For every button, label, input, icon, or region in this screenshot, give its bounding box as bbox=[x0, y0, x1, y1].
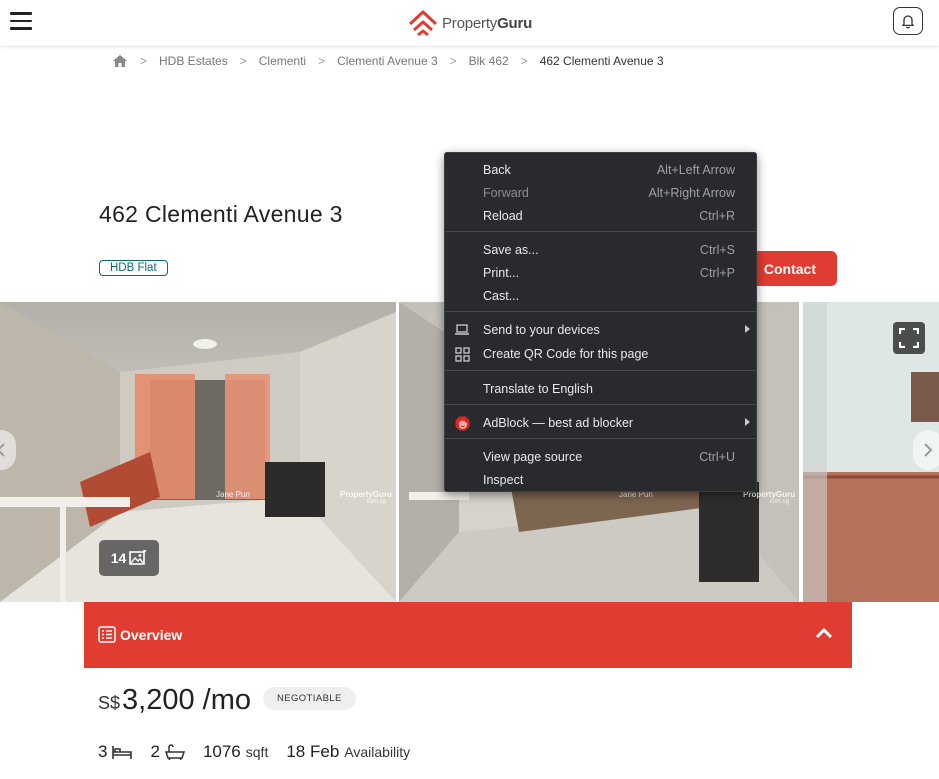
laptop-icon bbox=[454, 322, 470, 338]
menu-separator bbox=[445, 370, 756, 371]
negotiable-badge: NEGOTIABLE bbox=[263, 687, 356, 710]
gallery-next-arrow[interactable] bbox=[913, 430, 939, 470]
menu-item-adblock[interactable]: AdBlock — best ad blocker bbox=[445, 411, 758, 434]
home-icon[interactable] bbox=[112, 54, 128, 68]
photo-watermark-name: Jane Pun bbox=[216, 490, 250, 499]
availability-date: 18 Feb bbox=[286, 742, 340, 761]
menu-label: Save as... bbox=[483, 242, 539, 257]
menu-separator bbox=[445, 438, 756, 439]
menu-item-save-as[interactable]: Save as... Ctrl+S bbox=[445, 238, 758, 261]
price-currency: S$ bbox=[98, 693, 121, 713]
menu-label: Translate to English bbox=[483, 381, 594, 396]
living-room-photo bbox=[0, 302, 396, 602]
top-navigation-bar: PropertyGuru bbox=[0, 0, 939, 47]
breadcrumb-clementi-avenue-3[interactable]: Clementi Avenue 3 bbox=[337, 54, 438, 68]
bell-icon bbox=[902, 15, 914, 29]
browser-context-menu: Back Alt+Left Arrow Forward Alt+Right Ar… bbox=[444, 152, 757, 492]
photo-count-value: 14 bbox=[110, 550, 127, 566]
menu-shortcut: Ctrl+P bbox=[699, 265, 735, 280]
menu-label: Forward bbox=[483, 185, 529, 200]
area-unit: sqft bbox=[245, 744, 269, 760]
logo-text: PropertyGuru bbox=[442, 14, 533, 32]
breadcrumb-current: 462 Clementi Avenue 3 bbox=[539, 54, 664, 68]
menu-item-print[interactable]: Print... Ctrl+P bbox=[445, 261, 758, 284]
bathrooms-fact: 2 bbox=[150, 742, 185, 762]
hamburger-menu-icon[interactable] bbox=[10, 12, 32, 32]
qr-icon bbox=[454, 346, 470, 362]
list-icon bbox=[98, 626, 116, 643]
propertyguru-logo[interactable]: PropertyGuru bbox=[407, 7, 532, 39]
propertyguru-logo-mark bbox=[408, 10, 438, 37]
menu-separator bbox=[445, 231, 756, 232]
adblock-icon bbox=[454, 415, 470, 431]
bath-icon bbox=[164, 744, 185, 760]
menu-item-translate[interactable]: Translate to English bbox=[445, 377, 758, 400]
breadcrumb-separator: > bbox=[140, 54, 148, 68]
menu-item-inspect[interactable]: Inspect bbox=[445, 468, 758, 491]
menu-separator bbox=[445, 311, 756, 312]
submenu-arrow-icon bbox=[745, 325, 750, 333]
photo-count-button[interactable]: 14 bbox=[99, 540, 159, 576]
overview-section-header[interactable]: Overview bbox=[84, 602, 852, 668]
image-icon bbox=[129, 550, 147, 565]
menu-item-cast[interactable]: Cast... bbox=[445, 284, 758, 307]
chevron-right-icon bbox=[924, 443, 933, 457]
menu-separator bbox=[445, 404, 756, 405]
overview-label: Overview bbox=[120, 627, 183, 643]
menu-item-reload[interactable]: Reload Ctrl+R bbox=[445, 204, 758, 227]
breadcrumb-separator: > bbox=[239, 54, 247, 68]
menu-item-forward[interactable]: Forward Alt+Right Arrow bbox=[445, 181, 758, 204]
menu-item-send-to-devices[interactable]: Send to your devices bbox=[445, 318, 758, 341]
area-value: 1076 bbox=[202, 742, 241, 761]
availability-label: Availability bbox=[344, 744, 411, 760]
breadcrumb-separator: > bbox=[318, 54, 326, 68]
menu-label: AdBlock — best ad blocker bbox=[483, 415, 634, 430]
fullscreen-icon bbox=[899, 328, 919, 348]
menu-label: Cast... bbox=[483, 288, 520, 303]
menu-shortcut: Ctrl+S bbox=[699, 242, 735, 257]
listing-title: 462 Clementi Avenue 3 bbox=[99, 201, 343, 227]
chevron-left-icon bbox=[0, 443, 5, 457]
price-row: S$ 3,200 /mo NEGOTIABLE bbox=[98, 684, 356, 717]
menu-item-create-qr[interactable]: Create QR Code for this page bbox=[445, 342, 758, 365]
breadcrumb-hdb-estates[interactable]: HDB Estates bbox=[159, 54, 228, 68]
menu-shortcut: Alt+Right Arrow bbox=[648, 185, 736, 200]
area-fact: 1076 sqft bbox=[203, 742, 268, 762]
menu-label: Inspect bbox=[483, 472, 524, 487]
breadcrumb-separator: > bbox=[449, 54, 457, 68]
menu-item-back[interactable]: Back Alt+Left Arrow bbox=[445, 158, 758, 181]
chevron-up-icon[interactable] bbox=[815, 626, 833, 640]
breadcrumb-separator: > bbox=[520, 54, 528, 68]
bedrooms-count: 3 bbox=[98, 742, 108, 761]
breadcrumb-clementi[interactable]: Clementi bbox=[259, 54, 306, 68]
bathrooms-count: 2 bbox=[150, 742, 160, 761]
notification-bell-button[interactable] bbox=[893, 7, 923, 35]
fullscreen-button[interactable] bbox=[893, 322, 925, 354]
bedrooms-fact: 3 bbox=[98, 742, 133, 762]
breadcrumb: > HDB Estates > Clementi > Clementi Aven… bbox=[112, 53, 664, 69]
menu-shortcut: Ctrl+R bbox=[699, 208, 735, 223]
menu-shortcut: Ctrl+U bbox=[699, 449, 735, 464]
photo-watermark-domain: .com.sg bbox=[768, 499, 790, 505]
availability-fact: 18 Feb Availability bbox=[286, 742, 410, 762]
photo-watermark-domain: .com.sg bbox=[365, 499, 387, 505]
price-amount: 3,200 /mo bbox=[122, 684, 252, 716]
menu-shortcut: Alt+Left Arrow bbox=[656, 162, 735, 177]
property-facts: 3 2 1076 sqft 18 Feb Availability bbox=[98, 742, 428, 762]
menu-label: Reload bbox=[483, 208, 523, 223]
gallery-photo-living-room[interactable]: Jane Pun PropertyGuru .com.sg 14 bbox=[0, 302, 396, 602]
breadcrumb-blk-462[interactable]: Blk 462 bbox=[469, 54, 509, 68]
bed-icon bbox=[112, 746, 133, 759]
menu-label: Create QR Code for this page bbox=[483, 346, 649, 361]
property-type-badge: HDB Flat bbox=[99, 260, 168, 276]
menu-item-view-source[interactable]: View page source Ctrl+U bbox=[445, 445, 758, 468]
menu-label: Print... bbox=[483, 265, 520, 280]
photo-watermark-brand: PropertyGuru bbox=[340, 490, 393, 499]
submenu-arrow-icon bbox=[745, 418, 750, 426]
menu-label: View page source bbox=[483, 449, 583, 464]
menu-label: Back bbox=[483, 162, 511, 177]
menu-label: Send to your devices bbox=[483, 322, 600, 337]
